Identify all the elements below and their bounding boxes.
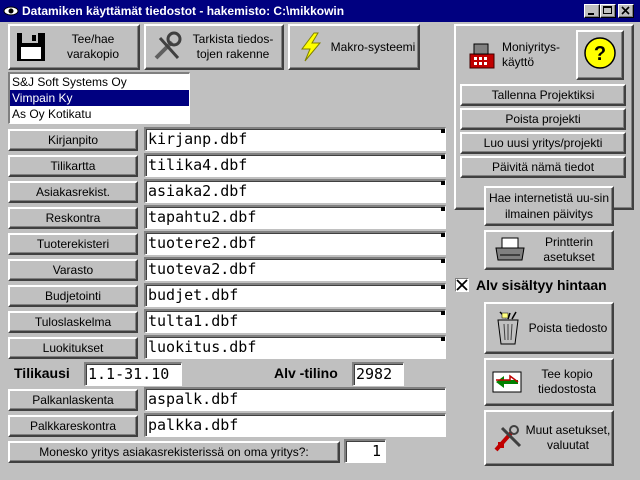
copy-file-label: Tee kopio tiedostosta [537,367,597,396]
minimize-button[interactable] [584,4,600,18]
file-input-value: palkka.dbf [148,416,239,434]
company-list-item[interactable]: S&J Soft Systems Oy [10,74,189,90]
check-files-button[interactable]: Tarkista tiedos-tojen rakenne [144,24,284,70]
company-number-input[interactable]: 1 [344,439,386,463]
help-glyph: ? [594,43,606,65]
file-button-luokitukset[interactable]: Luokitukset [8,337,138,359]
trash-bin-icon [497,311,519,345]
printer-icon [495,237,525,261]
file-input-tuoterekisteri[interactable]: tuotere2.dbf [144,231,446,255]
file-input-value: tapahtu2.dbf [148,208,257,226]
printer-settings-button[interactable]: Printterin asetukset [484,230,614,270]
internet-update-button[interactable]: Hae internetistä uu-sin ilmainen päivity… [484,186,614,226]
save-project-button[interactable]: Tallenna Projektiksi [460,84,626,106]
file-button-palkanlaskenta[interactable]: Palkanlaskenta [8,389,138,411]
new-company-button[interactable]: Luo uusi yritys/projekti [460,132,626,154]
file-button-kirjanpito[interactable]: Kirjanpito [8,129,138,151]
company-list-item[interactable]: As Oy Kotikatu [10,106,189,122]
file-button-tuoterekisteri[interactable]: Tuoterekisteri [8,233,138,255]
backup-button[interactable]: Tee/hae varakopio [8,24,140,70]
file-input-value: tilika4.dbf [148,156,248,174]
field-marker [441,285,445,289]
tools-icon [154,31,182,60]
company-number-value: 1 [371,442,381,460]
check-mark-icon [456,279,468,291]
macro-system-label: Makro-systeemi [330,39,416,54]
company-list-item-selected[interactable]: Vimpain Ky [10,90,189,106]
lightning-icon [301,32,322,62]
delete-file-button[interactable]: Poista tiedosto [484,302,614,354]
file-input-budjetointi[interactable]: budjet.dbf [144,283,446,307]
delete-project-button[interactable]: Poista projekti [460,108,626,130]
update-info-button[interactable]: Päivitä nämä tiedot [460,156,626,178]
alv-tilino-input[interactable]: 2982 [352,362,404,386]
field-marker [441,337,445,341]
check-files-label: Tarkista tiedos-tojen rakenne [192,32,274,61]
alv-tilino-label: Alv -tilino [274,365,338,381]
printer-settings-label: Printterin asetukset [543,235,595,264]
file-button-budjetointi[interactable]: Budjetointi [8,285,138,307]
other-settings-button[interactable]: Muut asetukset, valuutat [484,410,614,466]
macro-system-button[interactable]: Makro-systeemi [288,24,420,70]
file-input-value: tuotere2.dbf [148,234,257,252]
backup-label: Tee/hae varakopio [66,32,120,61]
field-marker [441,129,445,133]
vat-included-label: Alv sisältyy hintaan [476,277,607,293]
field-marker [441,233,445,237]
vat-included-checkbox[interactable] [455,278,469,292]
file-input-palkanlaskenta[interactable]: aspalk.dbf [144,387,446,411]
delete-file-label: Poista tiedosto [528,320,608,335]
file-input-asiakasrekisteri[interactable]: asiaka2.dbf [144,179,446,203]
file-input-reskontra[interactable]: tapahtu2.dbf [144,205,446,229]
field-marker [441,207,445,211]
close-button[interactable] [618,4,634,18]
file-input-luokitukset[interactable]: luokitus.dbf [144,335,446,359]
close-icon [621,6,630,15]
file-input-value: tuoteva2.dbf [148,260,257,278]
file-input-varasto[interactable]: tuoteva2.dbf [144,257,446,281]
help-icon: ? [584,37,616,69]
maximize-button[interactable] [600,4,616,18]
file-input-value: budjet.dbf [148,286,239,304]
field-marker [441,311,445,315]
tilikausi-label: Tilikausi [14,365,70,381]
multi-company-label: Moniyritys-käyttö [502,40,561,69]
title-bar[interactable]: Datamiken käyttämät tiedostot - hakemist… [0,0,640,22]
file-input-kirjanpito[interactable]: kirjanp.dbf [144,127,446,151]
file-button-tilikartta[interactable]: Tilikartta [8,155,138,177]
copy-file-button[interactable]: Tee kopio tiedostosta [484,358,614,406]
tilikausi-input[interactable]: 1.1-31.10 [84,362,182,386]
file-input-value: luokitus.dbf [148,338,257,356]
file-input-value: kirjanp.dbf [148,130,248,148]
field-marker [441,181,445,185]
window-title: Datamiken käyttämät tiedostot - hakemist… [22,4,345,18]
floppy-disk-icon [17,33,45,61]
file-button-asiakasrekisteri[interactable]: Asiakasrekist. [8,181,138,203]
company-list[interactable]: S&J Soft Systems Oy Vimpain Ky As Oy Kot… [8,72,190,124]
file-input-value: tulta1.dbf [148,312,239,330]
maximize-icon [603,6,612,14]
file-button-tuloslaskelma[interactable]: Tuloslaskelma [8,311,138,333]
copy-arrows-icon [492,371,522,393]
help-button[interactable]: ? [576,30,624,80]
file-input-value: aspalk.dbf [148,390,239,408]
field-marker [441,259,445,263]
tilikausi-value: 1.1-31.10 [88,365,170,383]
file-button-varasto[interactable]: Varasto [8,259,138,281]
tools-set-icon [494,425,522,452]
file-input-palkkareskontra[interactable]: palkka.dbf [144,413,446,437]
file-button-reskontra[interactable]: Reskontra [8,207,138,229]
file-button-palkkareskontra[interactable]: Palkkareskontra [8,415,138,437]
company-number-button[interactable]: Monesko yritys asiakasrekisterissä on om… [8,441,340,463]
other-settings-label: Muut asetukset, valuutat [525,423,611,452]
field-marker [441,155,445,159]
alv-tilino-value: 2982 [356,365,393,383]
eye-app-icon[interactable] [3,3,19,19]
file-input-value: asiaka2.dbf [148,182,248,200]
cash-register-icon [469,43,495,69]
file-input-tuloslaskelma[interactable]: tulta1.dbf [144,309,446,333]
file-input-tilikartta[interactable]: tilika4.dbf [144,153,446,177]
minimize-icon [588,13,594,15]
